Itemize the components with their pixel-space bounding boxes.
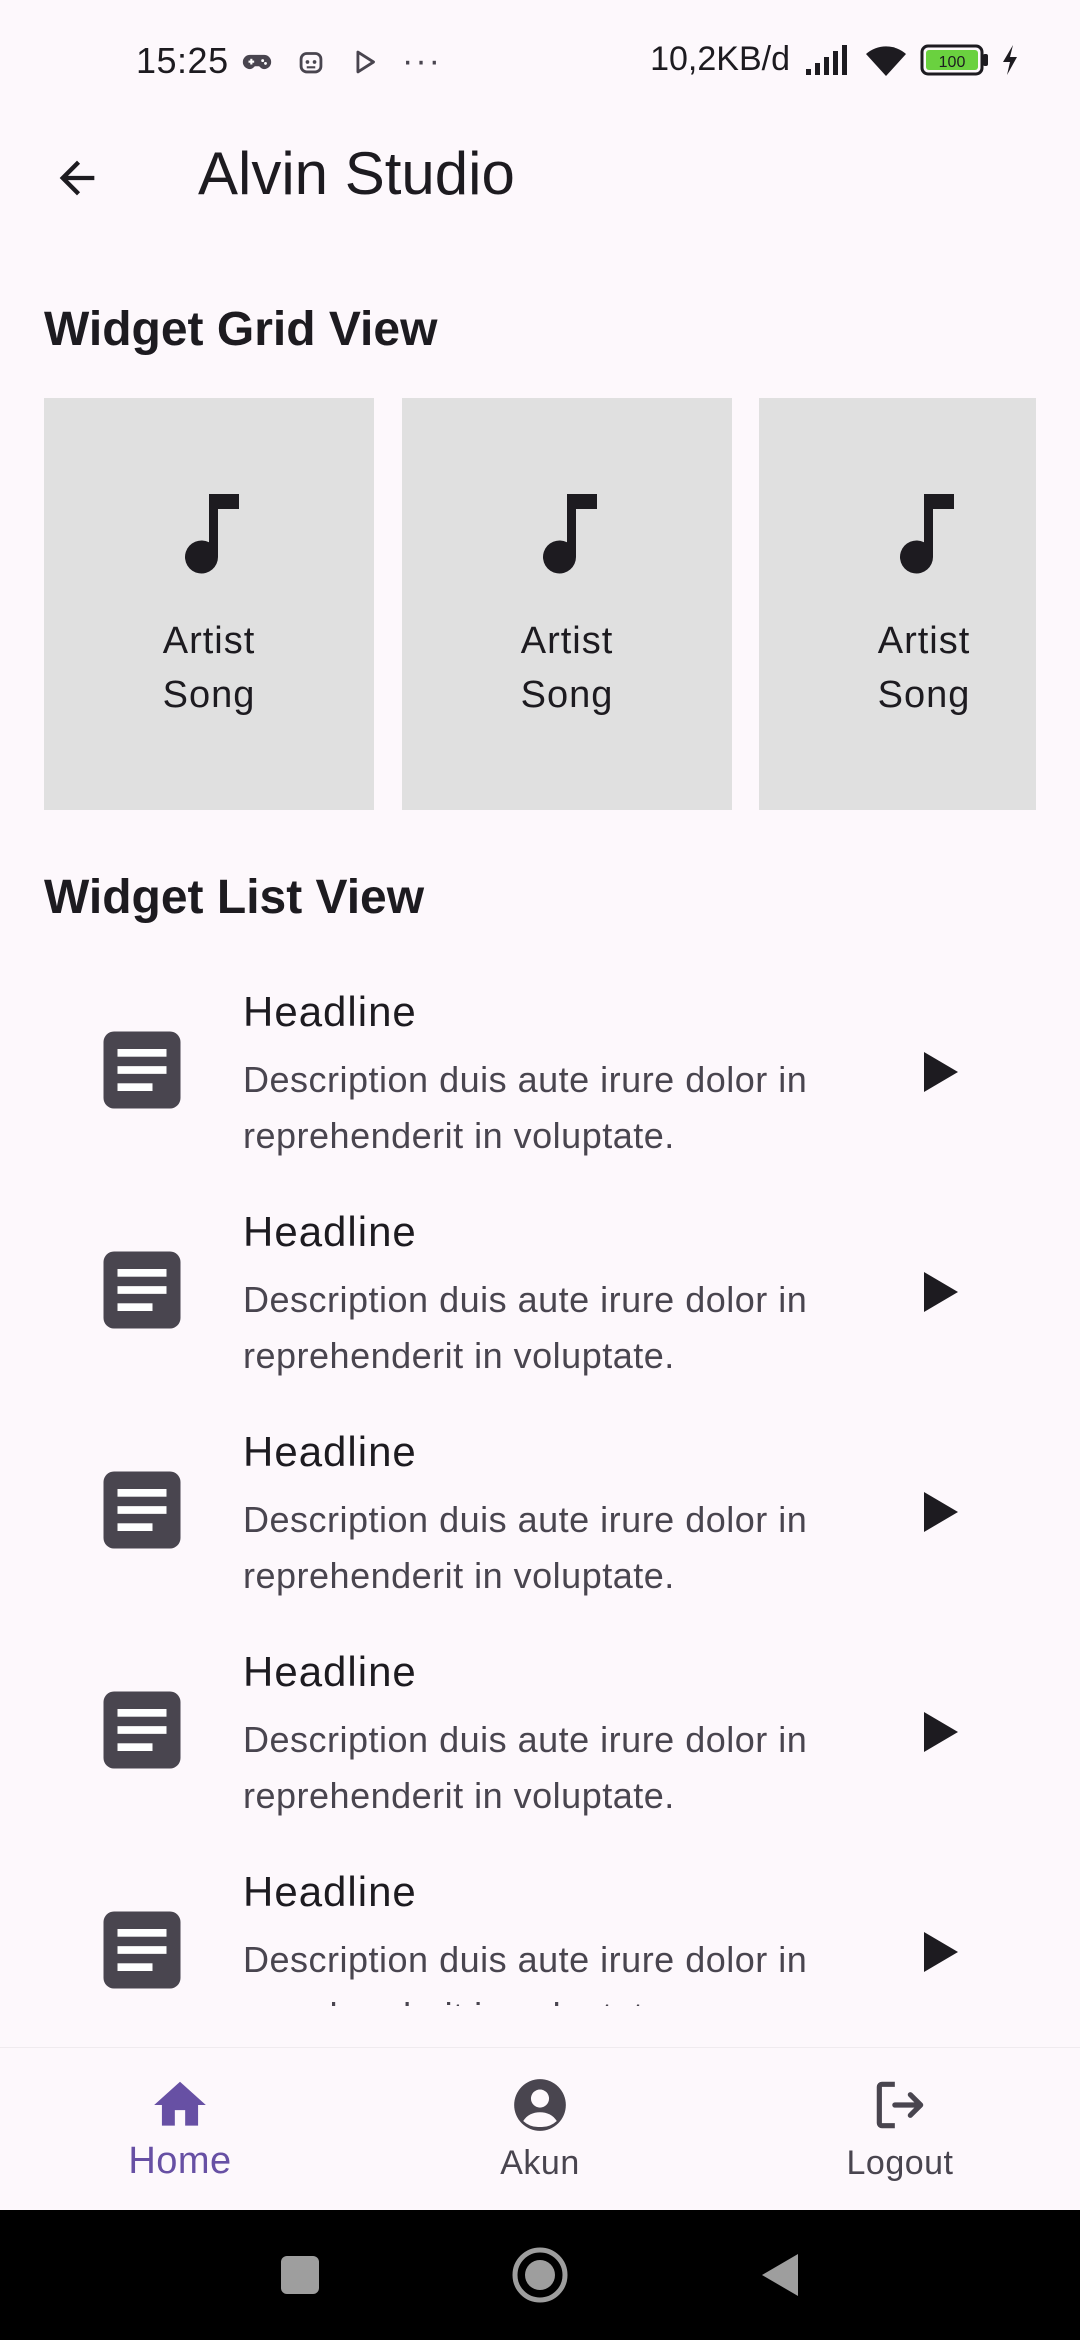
app-bar: Alvin Studio bbox=[0, 125, 1080, 225]
widget-grid: Artist Song Artist Song Artist Song bbox=[44, 398, 1036, 810]
home-circle-icon bbox=[512, 2247, 568, 2303]
home-system-button[interactable] bbox=[510, 2245, 570, 2305]
game-controller-icon bbox=[242, 54, 272, 69]
card-artist: Artist bbox=[877, 620, 971, 662]
charging-bolt-icon bbox=[1003, 44, 1017, 75]
logout-icon bbox=[876, 2081, 924, 2129]
card-song: Song bbox=[520, 674, 614, 716]
grid-card[interactable]: Artist Song bbox=[759, 398, 1036, 810]
back-button[interactable] bbox=[40, 141, 114, 215]
battery-icon: 100 bbox=[920, 44, 988, 75]
back-triangle-icon bbox=[762, 2254, 798, 2296]
nav-akun[interactable]: Akun bbox=[360, 2048, 720, 2211]
article-icon bbox=[103, 1911, 181, 1989]
list-item-description: Description duis aute irure dolor in rep… bbox=[243, 1939, 808, 2006]
arrow-back-icon bbox=[59, 160, 95, 196]
grid-card[interactable]: Artist Song bbox=[402, 398, 732, 810]
list-item-headline: Headline bbox=[243, 988, 417, 1035]
wifi-icon bbox=[866, 45, 906, 76]
article-icon bbox=[103, 1691, 181, 1769]
card-artist: Artist bbox=[520, 620, 614, 662]
list-item-headline: Headline bbox=[243, 1648, 417, 1695]
screen: 15:25 ··· 10,2KB/d 100 Alvin Studio Widg… bbox=[0, 0, 1080, 2340]
article-icon bbox=[103, 1251, 181, 1329]
status-bar: 15:25 ··· 10,2KB/d 100 bbox=[0, 0, 1080, 125]
list-item-description: Description duis aute irure dolor in rep… bbox=[243, 1499, 808, 1596]
list-item-headline: Headline bbox=[243, 1208, 417, 1255]
list-item-description: Description duis aute irure dolor in rep… bbox=[243, 1719, 808, 1816]
signal-icon bbox=[806, 44, 847, 75]
grid-card[interactable]: Artist Song bbox=[44, 398, 374, 810]
play-arrow-icon[interactable] bbox=[920, 1710, 960, 1754]
music-note-icon bbox=[900, 494, 954, 574]
status-time: 15:25 bbox=[136, 40, 229, 81]
list-item[interactable]: Headline Description duis aute irure dol… bbox=[0, 1180, 1080, 1400]
card-song: Song bbox=[877, 674, 971, 716]
battery-level: 100 bbox=[939, 54, 966, 71]
network-speed: 10,2KB/d bbox=[650, 40, 790, 78]
account-circle-icon bbox=[514, 2079, 566, 2131]
nav-akun-label: Akun bbox=[500, 2144, 580, 2182]
list-item-headline: Headline bbox=[243, 1428, 417, 1475]
notification-icons: ··· bbox=[240, 42, 442, 81]
robot-icon bbox=[299, 51, 323, 73]
list-section-title: Widget List View bbox=[44, 871, 425, 924]
nav-logout[interactable]: Logout bbox=[720, 2048, 1080, 2211]
back-system-button[interactable] bbox=[750, 2245, 810, 2305]
nav-home[interactable]: Home bbox=[0, 2048, 360, 2211]
grid-section-title: Widget Grid View bbox=[44, 303, 438, 356]
status-right: 10,2KB/d 100 bbox=[650, 40, 1020, 79]
more-notifications-indicator: ··· bbox=[402, 42, 442, 80]
list-item[interactable]: Headline Description duis aute irure dol… bbox=[0, 1840, 1080, 2006]
recents-square-icon bbox=[281, 2256, 319, 2294]
list-item-description: Description duis aute irure dolor in rep… bbox=[243, 1059, 808, 1156]
play-store-icon bbox=[356, 50, 375, 73]
article-icon bbox=[103, 1471, 181, 1549]
list-item-headline: Headline bbox=[243, 1868, 417, 1915]
nav-logout-label: Logout bbox=[846, 2144, 954, 2182]
card-artist: Artist bbox=[162, 620, 256, 662]
recents-button[interactable] bbox=[270, 2245, 330, 2305]
system-navigation-bar bbox=[0, 2210, 1080, 2340]
play-arrow-icon[interactable] bbox=[920, 1930, 960, 1974]
list-item[interactable]: Headline Description duis aute irure dol… bbox=[0, 1400, 1080, 1620]
list-item[interactable]: Headline Description duis aute irure dol… bbox=[0, 960, 1080, 1180]
play-arrow-icon[interactable] bbox=[920, 1050, 960, 1094]
card-song: Song bbox=[162, 674, 256, 716]
app-title: Alvin Studio bbox=[198, 140, 515, 207]
widget-list: Headline Description duis aute irure dol… bbox=[0, 960, 1080, 2006]
play-arrow-icon[interactable] bbox=[920, 1490, 960, 1534]
bottom-navigation: Home Akun Logout bbox=[0, 2047, 1080, 2210]
list-item-description: Description duis aute irure dolor in rep… bbox=[243, 1279, 808, 1376]
play-arrow-icon[interactable] bbox=[920, 1270, 960, 1314]
nav-home-label: Home bbox=[128, 2140, 232, 2182]
article-icon bbox=[103, 1031, 181, 1109]
music-note-icon bbox=[185, 494, 239, 574]
list-item[interactable]: Headline Description duis aute irure dol… bbox=[0, 1620, 1080, 1840]
music-note-icon bbox=[543, 494, 597, 574]
home-icon bbox=[154, 2081, 206, 2126]
